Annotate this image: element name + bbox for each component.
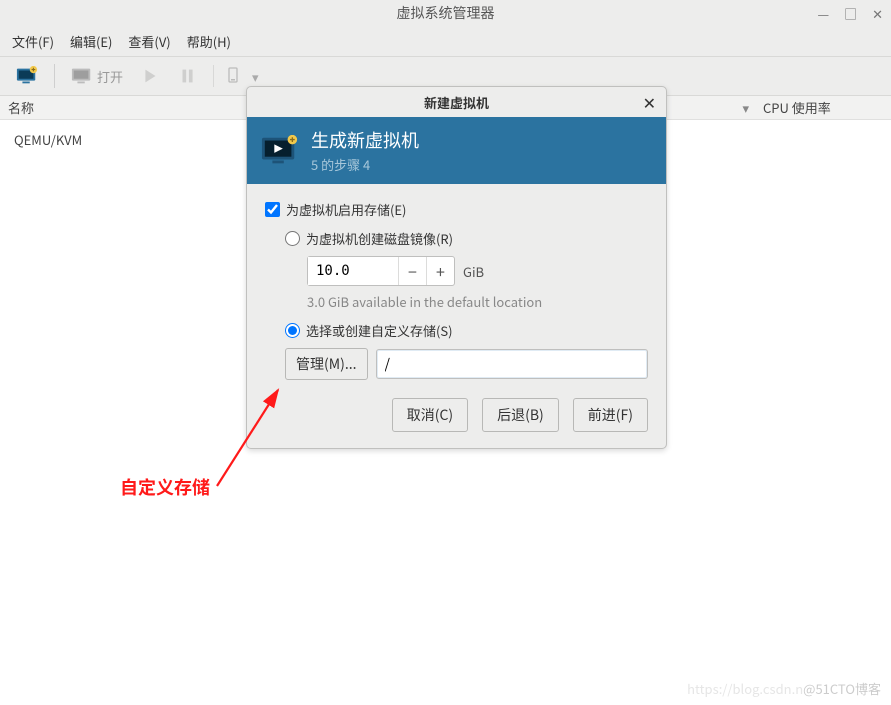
chevron-down-icon: ▾ (246, 67, 265, 86)
watermark: https://blog.csdn.n@51CTO博客 (687, 679, 881, 699)
main-window-title: 虚拟系统管理器 (397, 3, 495, 23)
new-vm-button[interactable] (10, 62, 44, 90)
cancel-button[interactable]: 取消(C) (392, 398, 468, 432)
dialog-titlebar: 新建虚拟机 ✕ (247, 87, 666, 117)
dialog-header: 生成新虚拟机 5 的步骤 4 (247, 117, 666, 184)
spin-decrement[interactable]: − (398, 257, 426, 285)
main-titlebar: 虚拟系统管理器 — □ ✕ (0, 0, 891, 26)
play-icon (139, 66, 161, 86)
enable-storage-label: 为虚拟机启用存储(E) (286, 200, 406, 219)
dialog-close-button[interactable]: ✕ (643, 90, 656, 114)
menu-help[interactable]: 帮助(H) (181, 30, 237, 53)
toolbar-separator (54, 64, 55, 88)
create-disk-row[interactable]: 为虚拟机创建磁盘镜像(R) (285, 229, 648, 248)
storage-path-input[interactable] (376, 349, 648, 379)
col-cpu-header[interactable]: CPU 使用率 (763, 98, 883, 117)
dialog-body: 为虚拟机启用存储(E) 为虚拟机创建磁盘镜像(R) − + GiB 3.0 Gi… (247, 184, 666, 388)
create-disk-label: 为虚拟机创建磁盘镜像(R) (306, 229, 453, 248)
close-button[interactable]: ✕ (872, 4, 883, 23)
create-disk-radio[interactable] (285, 231, 300, 246)
menubar: 文件(F) 编辑(E) 查看(V) 帮助(H) (0, 26, 891, 56)
dialog-title: 新建虚拟机 (424, 93, 489, 112)
sort-indicator-icon: ▾ (742, 98, 749, 117)
dialog-header-text: 生成新虚拟机 5 的步骤 4 (311, 127, 419, 174)
custom-storage-label: 选择或创建自定义存储(S) (306, 321, 453, 340)
menu-view[interactable]: 查看(V) (122, 30, 176, 53)
new-vm-dialog: 新建虚拟机 ✕ 生成新虚拟机 5 的步骤 4 为虚拟机启用存储(E) 为虚拟机创… (246, 86, 667, 449)
window-controls: — □ ✕ (817, 4, 883, 23)
pause-icon (177, 66, 199, 86)
monitor-icon (71, 66, 93, 86)
disk-size-row: − + GiB (307, 256, 648, 286)
dialog-button-bar: 取消(C) 后退(B) 前进(F) (247, 388, 666, 448)
host-name: QEMU/KVM (14, 130, 82, 149)
disk-size-input[interactable] (308, 257, 398, 285)
custom-storage-row[interactable]: 选择或创建自定义存储(S) (285, 321, 648, 340)
play-button[interactable] (133, 62, 167, 90)
device-icon (226, 67, 240, 85)
custom-storage-radio[interactable] (285, 323, 300, 338)
open-vm-button[interactable]: 打开 (65, 62, 129, 90)
manage-button[interactable]: 管理(M)... (285, 348, 368, 380)
available-hint: 3.0 GiB available in the default locatio… (307, 292, 648, 311)
back-button[interactable]: 后退(B) (482, 398, 559, 432)
watermark-url: https://blog.csdn.n (687, 679, 803, 698)
pause-button[interactable] (171, 62, 205, 90)
dialog-header-title: 生成新虚拟机 (311, 127, 419, 153)
enable-storage-row[interactable]: 为虚拟机启用存储(E) (265, 200, 648, 219)
menu-file[interactable]: 文件(F) (6, 30, 60, 53)
disk-size-spinner: − + (307, 256, 455, 286)
menu-edit[interactable]: 编辑(E) (64, 30, 118, 53)
manage-row: 管理(M)... (285, 348, 648, 380)
enable-storage-checkbox[interactable] (265, 202, 280, 217)
shutdown-dropdown[interactable]: ▾ (213, 65, 265, 87)
maximize-button[interactable]: □ (844, 4, 857, 23)
watermark-text: @51CTO博客 (803, 679, 881, 698)
spin-increment[interactable]: + (426, 257, 454, 285)
open-label: 打开 (97, 67, 123, 86)
monitor-large-icon (261, 135, 299, 167)
disk-size-unit: GiB (463, 262, 484, 281)
monitor-new-icon (16, 66, 38, 86)
annotation-label: 自定义存储 (120, 474, 210, 500)
minimize-button[interactable]: — (817, 4, 829, 23)
forward-button[interactable]: 前进(F) (573, 398, 648, 432)
dialog-step: 5 的步骤 4 (311, 155, 419, 174)
